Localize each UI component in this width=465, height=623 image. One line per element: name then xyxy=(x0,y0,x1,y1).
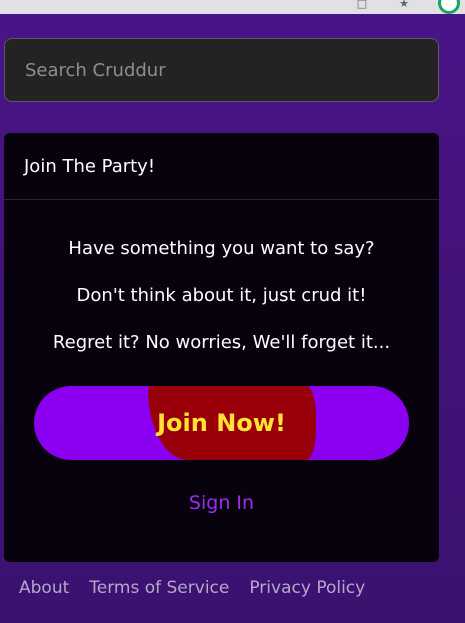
browser-toolbar-strip: □ ★ xyxy=(0,0,465,14)
join-now-button[interactable]: Join Now! xyxy=(34,386,409,460)
search-box[interactable] xyxy=(4,38,439,102)
card-title: Join The Party! xyxy=(24,155,156,177)
join-card: Join The Party! Have something you want … xyxy=(4,133,439,562)
sign-in-link[interactable]: Sign In xyxy=(4,492,439,514)
footer-link-privacy[interactable]: Privacy Policy xyxy=(249,578,365,598)
search-input[interactable] xyxy=(25,59,418,81)
tagline: Regret it? No worries, We'll forget it..… xyxy=(52,332,391,353)
restore-icon[interactable]: □ xyxy=(355,0,369,10)
extension-icon[interactable] xyxy=(438,0,460,14)
join-now-label: Join Now! xyxy=(157,409,286,437)
star-icon[interactable]: ★ xyxy=(397,0,411,10)
card-header: Join The Party! xyxy=(4,133,439,200)
tagline: Have something you want to say? xyxy=(68,238,375,259)
footer-link-terms[interactable]: Terms of Service xyxy=(89,578,229,598)
tagline: Don't think about it, just crud it! xyxy=(76,285,367,306)
footer-link-about[interactable]: About xyxy=(19,578,69,598)
footer: About Terms of Service Privacy Policy xyxy=(19,578,365,598)
